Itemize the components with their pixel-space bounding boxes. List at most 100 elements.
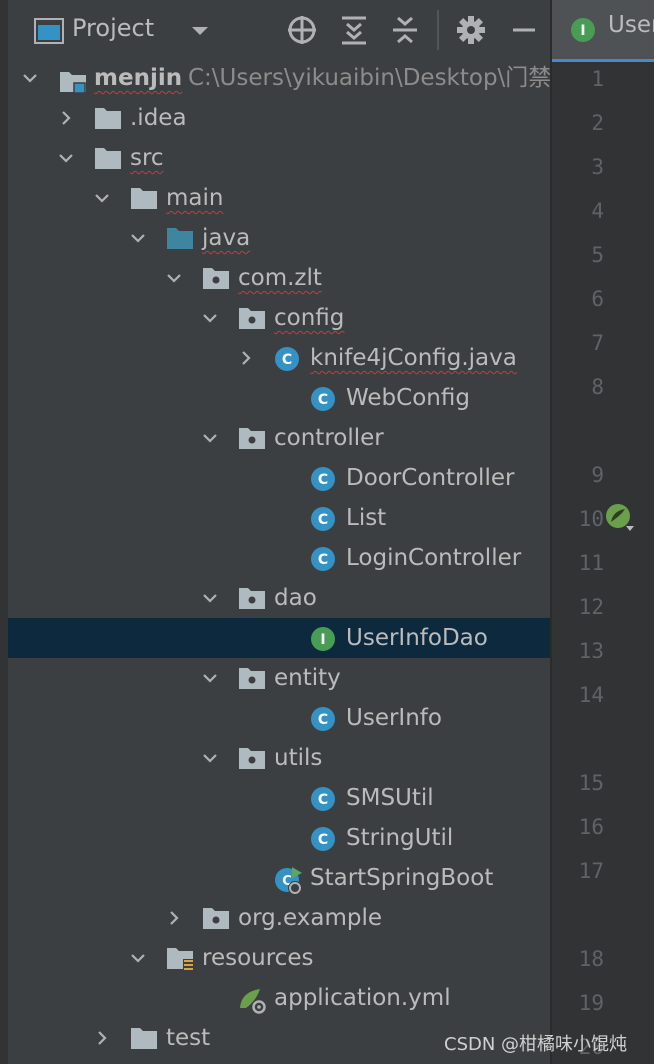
source-folder-icon xyxy=(166,226,193,250)
tree-row[interactable]: org.example xyxy=(8,898,551,938)
tree-row[interactable]: utils xyxy=(8,738,551,778)
svg-text:C: C xyxy=(318,832,328,848)
expand-all-icon[interactable] xyxy=(334,10,374,50)
svg-text:C: C xyxy=(318,392,328,408)
editor-area[interactable]: I User 1234567891011121314151617181920 xyxy=(552,0,654,1064)
project-view-icon[interactable] xyxy=(34,18,64,44)
tree-item-label: UserInfo xyxy=(346,705,442,731)
line-number: 15 xyxy=(578,771,604,795)
module-path: C:\Users\yikuaibin\Desktop\门禁 xyxy=(188,65,552,91)
tree-row[interactable]: src xyxy=(8,138,551,178)
tree-row[interactable]: C StringUtil xyxy=(8,818,551,858)
tree-row[interactable]: Cknife4jConfig.java xyxy=(8,338,551,378)
tree-row[interactable]: C SMSUtil xyxy=(8,778,551,818)
project-view-title[interactable]: Project xyxy=(72,14,154,42)
tree-row[interactable]: C DoorController xyxy=(8,458,551,498)
line-number: 11 xyxy=(578,551,604,575)
folder-icon xyxy=(94,106,121,130)
chevron-down-icon[interactable] xyxy=(202,310,218,326)
package-icon xyxy=(202,906,229,930)
folder-icon xyxy=(94,146,121,170)
class-icon: C xyxy=(310,826,335,851)
tree-item-label: dao xyxy=(274,585,317,611)
hide-icon[interactable] xyxy=(504,10,544,50)
tree-row[interactable]: C LoginController xyxy=(8,538,551,578)
tree-item-label: WebConfig xyxy=(346,385,470,411)
project-toolwindow-header: Project xyxy=(8,0,551,62)
tree-item-label: entity xyxy=(274,665,341,691)
tree-row[interactable]: menjin C:\Users\yikuaibin\Desktop\门禁 xyxy=(8,58,551,98)
line-number: 2 xyxy=(591,111,604,135)
header-separator xyxy=(437,10,439,50)
chevron-down-icon[interactable] xyxy=(130,230,146,246)
tree-item-label: test xyxy=(166,1025,211,1051)
line-number: 18 xyxy=(578,947,604,971)
collapse-all-icon[interactable] xyxy=(385,10,425,50)
svg-text:C: C xyxy=(318,472,328,488)
tree-item-label: main xyxy=(166,185,224,211)
line-number: 9 xyxy=(591,463,604,487)
tree-item-label: DoorController xyxy=(346,465,515,491)
locate-icon[interactable] xyxy=(282,10,322,50)
line-number: 19 xyxy=(578,991,604,1015)
editor-tab[interactable]: I User xyxy=(552,0,654,62)
tree-item-label: src xyxy=(130,145,164,171)
folder-icon xyxy=(130,1026,157,1050)
tree-row[interactable]: C UserInfo xyxy=(8,698,551,738)
chevron-down-icon[interactable] xyxy=(22,70,38,86)
chevron-down-icon[interactable] xyxy=(94,190,110,206)
spring-config-icon xyxy=(238,986,267,1015)
line-number: 12 xyxy=(578,595,604,619)
project-tree[interactable]: menjin C:\Users\yikuaibin\Desktop\门禁 .idea… xyxy=(8,58,551,1064)
tree-row[interactable]: com.zlt xyxy=(8,258,551,298)
editor-tab-label: User xyxy=(608,12,654,38)
class-icon: C xyxy=(274,346,299,371)
chevron-right-icon[interactable] xyxy=(238,350,254,366)
line-number: 8 xyxy=(591,375,604,399)
chevron-down-icon[interactable] xyxy=(202,670,218,686)
tree-row[interactable]: config xyxy=(8,298,551,338)
tree-row[interactable]: dao xyxy=(8,578,551,618)
package-icon xyxy=(238,306,265,330)
line-number: 10 xyxy=(578,507,604,531)
line-number: 7 xyxy=(591,331,604,355)
tree-row[interactable]: resources xyxy=(8,938,551,978)
chevron-right-icon[interactable] xyxy=(58,110,74,126)
module-icon xyxy=(58,66,86,94)
tree-row[interactable]: C StartSpringBoot xyxy=(8,858,551,898)
chevron-down-icon[interactable] xyxy=(202,590,218,606)
class-icon: C xyxy=(310,706,335,731)
chevron-right-icon[interactable] xyxy=(166,910,182,926)
tree-row[interactable]: main xyxy=(8,178,551,218)
chevron-down-icon[interactable] xyxy=(166,270,182,286)
dropdown-caret-icon[interactable] xyxy=(180,10,220,50)
tree-row[interactable]: C WebConfig xyxy=(8,378,551,418)
watermark-text: CSDN @柑橘味小馄炖 xyxy=(444,1034,628,1055)
spring-bean-icon[interactable] xyxy=(604,502,634,532)
package-icon xyxy=(238,666,265,690)
tree-row[interactable]: .idea xyxy=(8,98,551,138)
chevron-down-icon[interactable] xyxy=(58,150,74,166)
tree-row[interactable]: controller xyxy=(8,418,551,458)
svg-text:C: C xyxy=(318,552,328,568)
tree-item-label: config xyxy=(274,305,345,331)
interface-icon: I xyxy=(310,626,335,651)
chevron-down-icon[interactable] xyxy=(130,950,146,966)
class-icon: C xyxy=(310,546,335,571)
tree-row[interactable]: C List xyxy=(8,498,551,538)
tree-item-label: knife4jConfig.java xyxy=(310,345,517,371)
tree-row[interactable]: java xyxy=(8,218,551,258)
chevron-down-icon[interactable] xyxy=(202,430,218,446)
tree-row[interactable]: I UserInfoDao xyxy=(8,618,551,658)
tree-item-label: StringUtil xyxy=(346,825,454,851)
spring-boot-class-icon: C xyxy=(274,866,302,895)
chevron-down-icon[interactable] xyxy=(202,750,218,766)
line-number: 3 xyxy=(591,155,604,179)
tree-row[interactable]: application.yml xyxy=(8,978,551,1018)
line-number: 4 xyxy=(591,199,604,223)
class-icon: C xyxy=(310,506,335,531)
tree-item-label: com.zlt xyxy=(238,265,322,291)
chevron-right-icon[interactable] xyxy=(94,1030,110,1046)
gear-icon[interactable] xyxy=(451,10,491,50)
tree-row[interactable]: entity xyxy=(8,658,551,698)
